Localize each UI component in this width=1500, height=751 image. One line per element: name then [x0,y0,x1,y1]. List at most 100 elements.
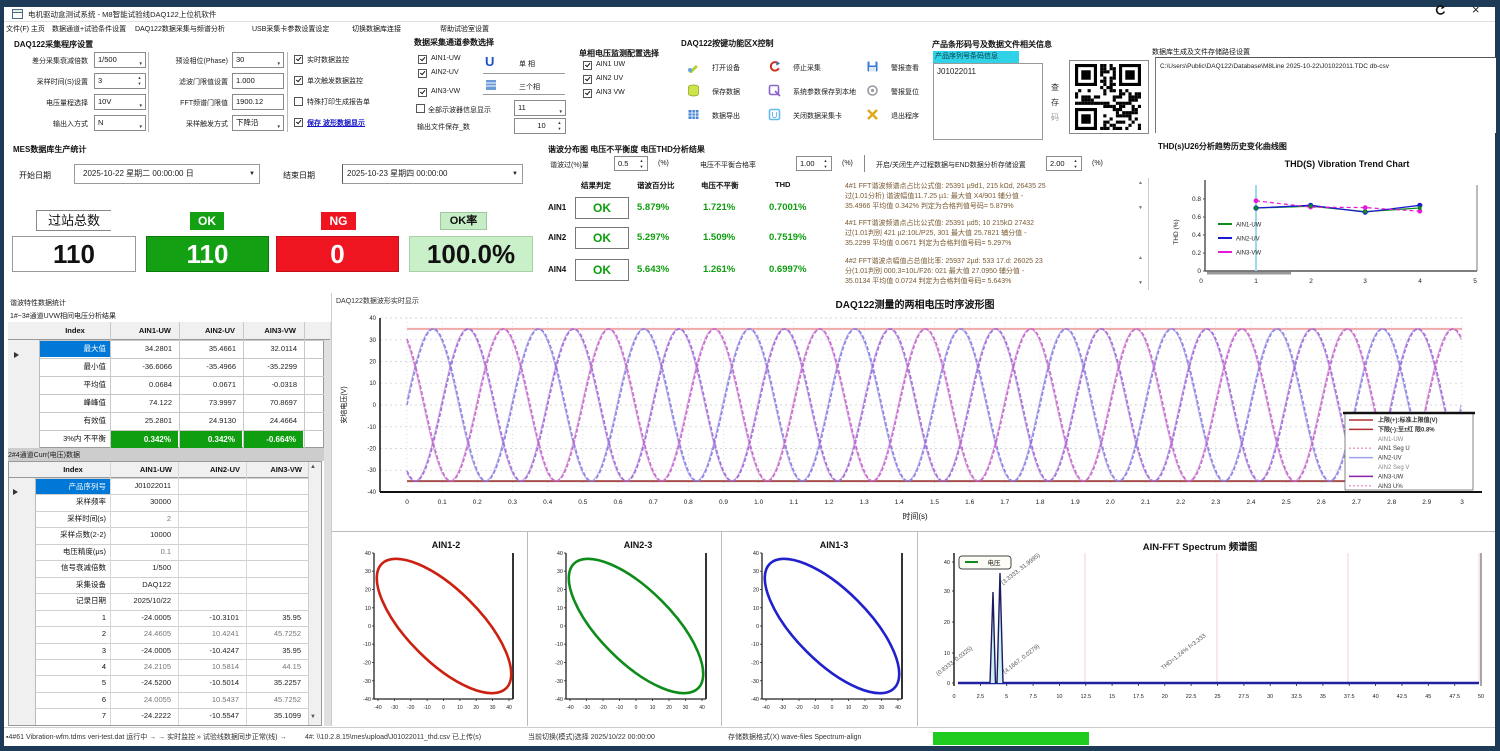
svg-text:-40: -40 [367,490,376,496]
svg-text:0.2: 0.2 [473,499,482,506]
svg-text:AIN3-VW: AIN3-VW [1236,251,1261,257]
svg-text:20: 20 [862,705,868,711]
svg-text:5: 5 [1473,278,1477,285]
svg-text:0.3: 0.3 [508,499,517,506]
svg-text:45: 45 [1425,694,1431,700]
svg-text:2: 2 [1309,278,1313,285]
svg-text:10: 10 [365,606,371,612]
svg-text:10: 10 [753,606,759,612]
svg-text:电压: 电压 [988,558,1002,567]
svg-text:-20: -20 [367,447,376,453]
svg-text:0.4: 0.4 [543,499,552,506]
svg-text:AIN1-2: AIN1-2 [432,540,461,550]
svg-text:10: 10 [369,381,376,387]
svg-text:0: 0 [947,681,950,687]
svg-text:40: 40 [365,551,371,557]
svg-text:27.5: 27.5 [1239,694,1250,700]
svg-text:-10: -10 [751,642,759,648]
svg-text:30: 30 [490,705,496,711]
svg-text:40: 40 [699,705,705,711]
svg-text:42.5: 42.5 [1397,694,1408,700]
svg-text:30: 30 [683,705,689,711]
svg-text:AIN2-UV: AIN2-UV [1378,456,1402,462]
svg-text:0: 0 [756,624,759,630]
svg-text:-10: -10 [812,705,819,711]
svg-text:AIN1-UW: AIN1-UW [1378,437,1404,443]
svg-text:40: 40 [895,705,901,711]
svg-text:AIN2-UV: AIN2-UV [1236,237,1260,243]
svg-text:2.2: 2.2 [1176,499,1185,506]
svg-text:-30: -30 [367,468,376,474]
svg-text:7.5: 7.5 [1029,694,1037,700]
svg-text:50: 50 [1478,694,1484,700]
svg-text:5: 5 [1005,694,1008,700]
svg-text:20: 20 [557,588,563,594]
svg-text:1.9: 1.9 [1071,499,1080,506]
svg-text:-20: -20 [751,661,759,667]
svg-text:10: 10 [846,705,852,711]
svg-text:0.9: 0.9 [719,499,728,506]
svg-text:DAQ122测量的两相电压时序波形图: DAQ122测量的两相电压时序波形图 [836,298,995,311]
svg-text:0: 0 [405,499,409,506]
svg-text:20: 20 [666,705,672,711]
svg-text:-40: -40 [374,705,381,711]
svg-text:-30: -30 [751,679,759,685]
svg-text:30: 30 [753,569,759,575]
svg-text:AIN1-3: AIN1-3 [820,540,849,550]
svg-text:2.5: 2.5 [977,694,985,700]
svg-text:-40: -40 [762,705,769,711]
svg-text:-30: -30 [779,705,786,711]
svg-text:上限(+):标准上限值(V): 上限(+):标准上限值(V) [1378,416,1438,424]
svg-text:10: 10 [650,705,656,711]
svg-text:-30: -30 [391,705,398,711]
svg-text:30: 30 [879,705,885,711]
svg-text:1.8: 1.8 [1035,499,1044,506]
svg-text:AIN1 Seg U: AIN1 Seg U [1378,446,1410,452]
svg-text:0.1: 0.1 [438,499,447,506]
svg-text:40: 40 [1373,694,1379,700]
svg-text:-10: -10 [367,425,376,431]
svg-text:AIN2 Seg V: AIN2 Seg V [1378,465,1409,471]
svg-text:1.3: 1.3 [860,499,869,506]
svg-text:THD (%): THD (%) [1173,219,1180,244]
svg-text:0: 0 [560,624,563,630]
svg-text:0.8: 0.8 [684,499,693,506]
svg-text:-40: -40 [751,697,759,703]
svg-text:0: 0 [368,624,371,630]
svg-text:-30: -30 [555,679,563,685]
svg-text:-20: -20 [599,705,606,711]
svg-text:40: 40 [753,551,759,557]
svg-text:1.7: 1.7 [1000,499,1009,506]
svg-text:DAQ122数据波形实时显示: DAQ122数据波形实时显示 [336,296,419,305]
svg-text:安培电压(V): 安培电压(V) [339,386,348,423]
svg-text:0.7: 0.7 [649,499,658,506]
svg-text:17.5: 17.5 [1133,694,1144,700]
svg-text:时间(s): 时间(s) [902,511,928,521]
svg-text:2.9: 2.9 [1422,499,1431,506]
svg-text:40: 40 [506,705,512,711]
svg-text:THD(S) Vibration Trend Chart: THD(S) Vibration Trend Chart [1285,159,1410,169]
svg-text:-10: -10 [423,705,430,711]
svg-text:15: 15 [1109,694,1115,700]
svg-text:0: 0 [952,694,955,700]
svg-text:AIN1-UW: AIN1-UW [1236,223,1262,229]
svg-text:22.5: 22.5 [1186,694,1197,700]
svg-text:30: 30 [1267,694,1273,700]
svg-text:下限(-):至±红 限0.8%: 下限(-):至±红 限0.8% [1378,425,1435,433]
svg-text:-30: -30 [583,705,590,711]
svg-text:THD=1.24% f=3.333: THD=1.24% f=3.333 [1161,633,1208,672]
svg-text:20: 20 [1162,694,1168,700]
svg-text:30: 30 [557,569,563,575]
svg-text:12.5: 12.5 [1080,694,1091,700]
svg-text:40: 40 [944,560,950,566]
svg-text:-10: -10 [363,642,371,648]
svg-text:1.4: 1.4 [895,499,904,506]
svg-text:0: 0 [1197,268,1201,275]
svg-text:U: U [772,111,778,120]
svg-text:0.2: 0.2 [1192,250,1201,257]
svg-text:40: 40 [369,316,376,322]
svg-text:-20: -20 [555,661,563,667]
svg-text:3: 3 [1460,499,1464,506]
svg-text:AIN-FFT Spectrum 频谱图: AIN-FFT Spectrum 频谱图 [1143,541,1258,553]
svg-text:20: 20 [753,588,759,594]
